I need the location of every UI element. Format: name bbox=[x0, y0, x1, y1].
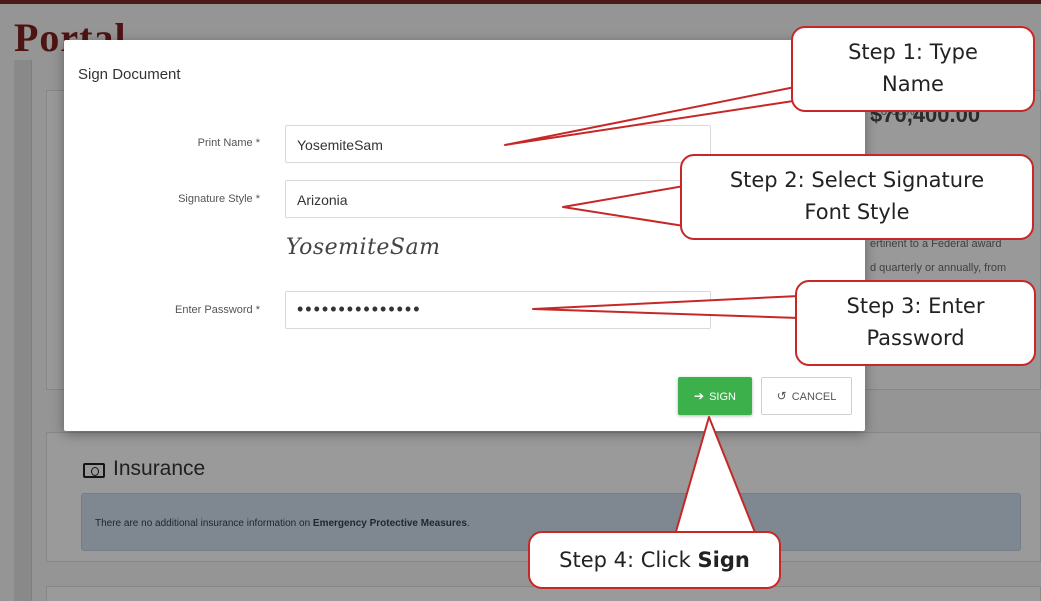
step4-bold: Sign bbox=[697, 548, 750, 572]
step1-line2: Name bbox=[882, 72, 944, 96]
step2-line1: Step 2: Select Signature bbox=[729, 168, 985, 192]
step2-line2: Font Style bbox=[804, 200, 910, 224]
step3-line1: Step 3: Enter bbox=[846, 294, 985, 318]
step1-pointer bbox=[504, 85, 801, 146]
step3-pointer bbox=[532, 295, 800, 319]
step2-callout: Step 2: Select Signature Font Style bbox=[680, 154, 1034, 240]
step3-line2: Password bbox=[866, 326, 965, 350]
step4-callout: Step 4: Click Sign bbox=[528, 531, 781, 589]
step4-pointer bbox=[674, 416, 757, 536]
step4-text: Step 4: Click bbox=[559, 548, 698, 572]
step1-callout: Step 1: Type Name bbox=[791, 26, 1035, 112]
step2-pointer bbox=[562, 185, 685, 227]
step1-line1: Step 1: Type bbox=[848, 40, 978, 64]
step3-callout: Step 3: Enter Password bbox=[795, 280, 1036, 366]
